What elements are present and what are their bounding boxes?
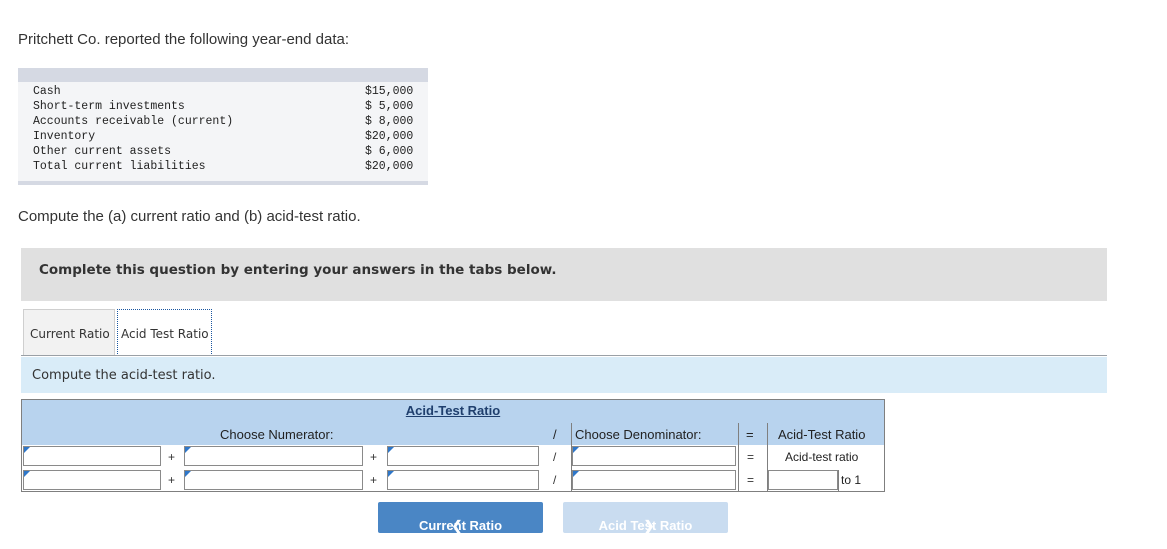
table-row: Other current assets $ 6,000	[33, 144, 415, 159]
row-label: Inventory	[33, 130, 96, 143]
banner-text: Complete this question by entering your …	[39, 262, 557, 278]
numerator-header: Choose Numerator:	[220, 427, 334, 442]
data-table: Cash $15,000 Short-term investments $ 5,00…	[18, 68, 428, 185]
row-label: Accounts receivable (current)	[33, 115, 234, 128]
tab-acid-test-ratio[interactable]: Acid Test Ratio	[117, 309, 212, 356]
tab-instruction: Compute the acid-test ratio.	[21, 357, 1107, 393]
plus-sign: +	[168, 473, 176, 487]
plus-sign: +	[168, 450, 176, 464]
denominator-header: Choose Denominator:	[575, 427, 702, 442]
ratio-answer-input[interactable]	[768, 470, 838, 490]
question-prompt: Compute the (a) current ratio and (b) ac…	[18, 208, 361, 225]
grid-separator	[738, 423, 739, 491]
equals-sign: =	[747, 450, 755, 464]
numerator-select-2b[interactable]	[184, 470, 363, 490]
result-label: Acid-test ratio	[785, 450, 859, 464]
dropdown-marker-icon	[185, 447, 191, 453]
table-band-top	[18, 68, 428, 82]
plus-sign: +	[370, 450, 378, 464]
numerator-select-2a[interactable]	[23, 470, 161, 490]
instructions-banner: Complete this question by entering your …	[21, 248, 1107, 301]
dropdown-marker-icon	[24, 471, 30, 477]
row-label: Total current liabilities	[33, 160, 206, 173]
numerator-select-1c[interactable]	[387, 446, 539, 466]
dropdown-marker-icon	[388, 471, 394, 477]
grid-separator	[838, 470, 839, 491]
grid-title: Acid-Test Ratio	[405, 403, 501, 418]
dropdown-marker-icon	[388, 447, 394, 453]
tab-current-ratio[interactable]: Current Ratio	[23, 309, 115, 355]
table-row: Inventory $20,000	[33, 129, 415, 144]
dropdown-marker-icon	[185, 471, 191, 477]
row-amount: $20,000	[365, 160, 414, 173]
plus-sign: +	[370, 473, 378, 487]
equals-header: =	[746, 427, 754, 442]
table-row: Total current liabilities $20,000	[33, 159, 415, 174]
next-tab-button[interactable]: Acid Test Ratio ❯	[563, 502, 728, 533]
row-label: Other current assets	[33, 145, 172, 158]
row-amount: $ 8,000	[365, 115, 414, 128]
acid-test-grid: Acid-Test Ratio Choose Numerator: / Choo…	[21, 399, 885, 492]
tab-label: Current Ratio	[30, 327, 110, 341]
table-band-bottom	[18, 181, 428, 185]
table-row: Short-term investments $ 5,000	[33, 99, 415, 114]
denominator-select-1[interactable]	[572, 446, 736, 466]
tab-divider	[21, 355, 1107, 356]
numerator-select-2c[interactable]	[387, 470, 539, 490]
row-amount: $20,000	[365, 130, 414, 143]
prev-label-text: Current Ratio	[418, 518, 503, 533]
dropdown-marker-icon	[573, 471, 579, 477]
ratio-suffix: to 1	[841, 473, 862, 487]
row-label: Short-term investments	[33, 100, 185, 113]
tab-label: Acid Test Ratio	[121, 327, 209, 341]
table-rows: Cash $15,000 Short-term investments $ 5,00…	[33, 84, 415, 174]
table-row: Cash $15,000	[33, 84, 415, 99]
divide-sign: /	[553, 450, 557, 464]
equals-sign: =	[747, 473, 755, 487]
dropdown-marker-icon	[573, 447, 579, 453]
row-amount: $ 5,000	[365, 100, 414, 113]
numerator-select-1b[interactable]	[184, 446, 363, 466]
intro-text: Pritchett Co. reported the following yea…	[18, 31, 350, 48]
dropdown-marker-icon	[24, 447, 30, 453]
row-amount: $15,000	[365, 85, 414, 98]
divider-header: /	[553, 427, 557, 442]
denominator-select-2[interactable]	[572, 470, 736, 490]
divide-sign: /	[553, 473, 557, 487]
numerator-select-1a[interactable]	[23, 446, 161, 466]
table-row: Accounts receivable (current) $ 8,000	[33, 114, 415, 129]
chevron-right-icon: ❯	[636, 518, 655, 533]
result-header: Acid-Test Ratio	[778, 427, 866, 442]
prev-tab-button[interactable]: ❮ Current Ratio	[378, 502, 543, 533]
grid-header-row	[22, 423, 884, 445]
row-amount: $ 6,000	[365, 145, 414, 158]
instruction-text: Compute the acid-test ratio.	[32, 368, 216, 383]
row-label: Cash	[33, 85, 61, 98]
